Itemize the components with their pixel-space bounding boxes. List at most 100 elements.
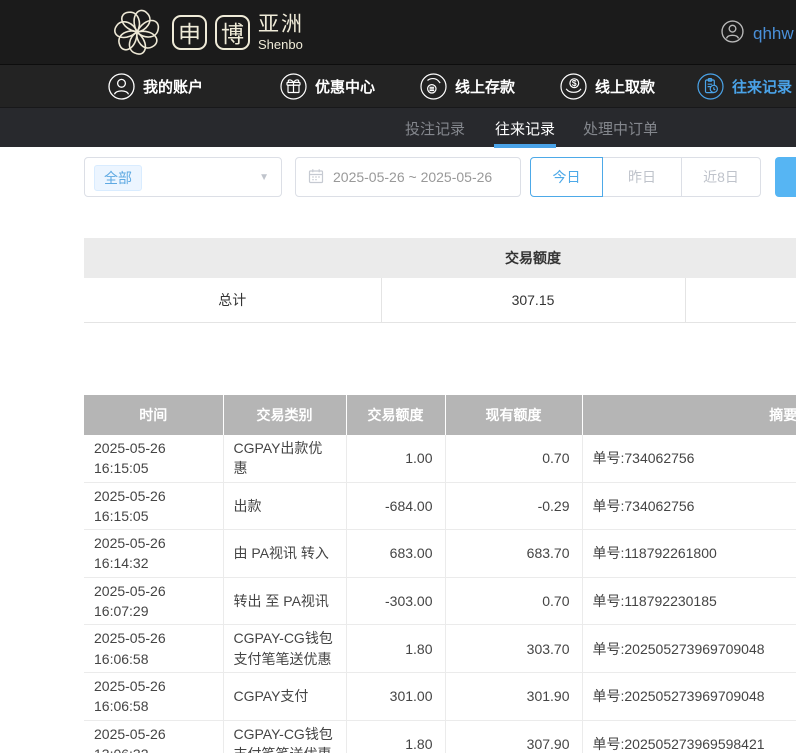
cell-type: CGPAY-CG钱包支付笔笔送优惠 xyxy=(223,625,346,673)
cell-time: 2025-05-26 16:06:58 xyxy=(84,672,223,720)
nav-label: 我的账户 xyxy=(143,76,203,97)
today-button[interactable]: 今日 xyxy=(530,157,603,197)
nav-label: 优惠中心 xyxy=(315,76,375,97)
table-header-row: 时间 交易类别 交易额度 现有额度 摘要 xyxy=(84,395,796,435)
table-row: 2025-05-26 16:07:29 转出 至 PA视讯 -303.00 0.… xyxy=(84,577,796,625)
col-header-type: 交易类别 xyxy=(223,395,346,435)
date-range-input[interactable]: 2025-05-26 ~ 2025-05-26 xyxy=(295,157,521,197)
cell-summary: 单号:202505273969598421 xyxy=(582,720,796,753)
col-header-time: 时间 xyxy=(84,395,223,435)
main-nav: 我的账户 优惠中心 线上存款 xyxy=(0,64,796,107)
cell-summary: 单号:202505273969709048 xyxy=(582,672,796,720)
summary-total-label: 总计 xyxy=(84,278,381,322)
cell-amount: -684.00 xyxy=(346,482,445,530)
chevron-down-icon: ▼ xyxy=(259,173,269,183)
cell-time: 2025-05-26 16:14:32 xyxy=(84,530,223,578)
cell-amount: 683.00 xyxy=(346,530,445,578)
transactions-table: 时间 交易类别 交易额度 现有额度 摘要 2025-05-26 16:15:05… xyxy=(84,395,796,753)
summary-header-amount: 交易额度 xyxy=(381,238,685,278)
last-8-days-button[interactable]: 近8日 xyxy=(681,157,761,197)
cell-type: 由 PA视讯 转入 xyxy=(223,530,346,578)
cell-summary: 单号:118792230185 xyxy=(582,577,796,625)
cell-balance: 0.70 xyxy=(445,435,582,482)
cell-time: 2025-05-26 16:15:05 xyxy=(84,482,223,530)
records-icon xyxy=(697,73,724,100)
summary-total-value: 307.15 xyxy=(381,278,685,322)
cell-time: 2025-05-26 16:06:58 xyxy=(84,625,223,673)
cell-balance: 301.90 xyxy=(445,672,582,720)
nav-label: 线上取款 xyxy=(595,76,655,97)
cell-time: 2025-05-26 13:06:32 xyxy=(84,720,223,753)
cell-amount: 301.00 xyxy=(346,672,445,720)
summary-empty-cell xyxy=(685,278,796,322)
cell-balance: -0.29 xyxy=(445,482,582,530)
yesterday-button[interactable]: 昨日 xyxy=(602,157,682,197)
cell-time: 2025-05-26 16:07:29 xyxy=(84,577,223,625)
cell-balance: 307.90 xyxy=(445,720,582,753)
calendar-icon xyxy=(308,168,324,187)
table-row: 2025-05-26 16:14:32 由 PA视讯 转入 683.00 683… xyxy=(84,530,796,578)
table-row: 2025-05-26 16:15:05 CGPAY出款优惠 1.00 0.70 … xyxy=(84,435,796,482)
tab-pending-orders[interactable]: 处理中订单 xyxy=(583,108,658,148)
table-row: 2025-05-26 16:06:58 CGPAY-CG钱包支付笔笔送优惠 1.… xyxy=(84,625,796,673)
withdraw-icon: $ xyxy=(560,73,587,100)
cell-amount: 1.80 xyxy=(346,625,445,673)
cell-type: 转出 至 PA视讯 xyxy=(223,577,346,625)
cell-type: CGPAY出款优惠 xyxy=(223,435,346,482)
svg-text:$: $ xyxy=(572,78,577,88)
cell-summary: 单号:118792261800 xyxy=(582,530,796,578)
tab-transaction-records[interactable]: 往来记录 xyxy=(495,108,555,148)
summary-total-row: 总计 307.15 xyxy=(84,278,796,322)
nav-label: 线上存款 xyxy=(455,76,515,97)
summary-header-empty xyxy=(685,238,796,278)
cell-amount: -303.00 xyxy=(346,577,445,625)
table-row: 2025-05-26 13:06:32 CGPAY-CG钱包支付笔笔送优惠 1.… xyxy=(84,720,796,753)
search-button[interactable] xyxy=(775,157,796,197)
col-header-balance: 现有额度 xyxy=(445,395,582,435)
tab-bet-records[interactable]: 投注记录 xyxy=(405,108,465,148)
cell-balance: 0.70 xyxy=(445,577,582,625)
cell-summary: 单号:734062756 xyxy=(582,482,796,530)
cell-type: 出款 xyxy=(223,482,346,530)
user-avatar-icon xyxy=(721,20,744,48)
gift-icon xyxy=(280,73,307,100)
logo-region-text: 亚洲 xyxy=(258,14,304,35)
cell-summary: 单号:734062756 xyxy=(582,435,796,482)
quick-date-buttons: 今日 昨日 近8日 xyxy=(530,157,761,197)
brand-logo[interactable]: 申 博 亚洲 Shenbo xyxy=(110,5,304,59)
username-text[interactable]: qhhw xyxy=(753,24,794,44)
user-account[interactable]: qhhw xyxy=(721,20,794,48)
table-row: 2025-05-26 16:06:58 CGPAY支付 301.00 301.9… xyxy=(84,672,796,720)
cell-balance: 303.70 xyxy=(445,625,582,673)
logo-subtitle: Shenbo xyxy=(258,38,304,51)
flower-logo-icon xyxy=(110,5,164,59)
nav-item-deposit[interactable]: 线上存款 xyxy=(420,65,515,108)
nav-label: 往来记录 xyxy=(732,76,792,97)
nav-item-promotions[interactable]: 优惠中心 xyxy=(280,65,375,108)
summary-header-row: 交易额度 xyxy=(84,238,796,278)
nav-item-withdraw[interactable]: $ 线上取款 xyxy=(560,65,655,108)
cell-type: CGPAY支付 xyxy=(223,672,346,720)
logo-char-2: 博 xyxy=(215,15,250,50)
date-range-value: 2025-05-26 ~ 2025-05-26 xyxy=(333,169,492,185)
app-header: 申 博 亚洲 Shenbo qhhw xyxy=(0,0,796,64)
col-header-summary: 摘要 xyxy=(582,395,796,435)
nav-item-my-account[interactable]: 我的账户 xyxy=(108,65,203,108)
summary-table: 交易额度 总计 307.15 xyxy=(84,238,796,323)
record-tabs: 投注记录 往来记录 处理中订单 xyxy=(0,107,796,147)
cell-amount: 1.00 xyxy=(346,435,445,482)
deposit-icon xyxy=(420,73,447,100)
selected-type-chip[interactable]: 全部 xyxy=(94,165,142,191)
user-circle-icon xyxy=(108,73,135,100)
cell-type: CGPAY-CG钱包支付笔笔送优惠 xyxy=(223,720,346,753)
cell-balance: 683.70 xyxy=(445,530,582,578)
cell-summary: 单号:202505273969709048 xyxy=(582,625,796,673)
col-header-amount: 交易额度 xyxy=(346,395,445,435)
table-row: 2025-05-26 16:15:05 出款 -684.00 -0.29 单号:… xyxy=(84,482,796,530)
nav-item-transactions[interactable]: 往来记录 xyxy=(697,65,792,108)
cell-amount: 1.80 xyxy=(346,720,445,753)
cell-time: 2025-05-26 16:15:05 xyxy=(84,435,223,482)
logo-region: 亚洲 Shenbo xyxy=(258,14,304,51)
type-select[interactable]: 全部 ▼ xyxy=(84,157,282,197)
summary-header-empty xyxy=(84,238,381,278)
